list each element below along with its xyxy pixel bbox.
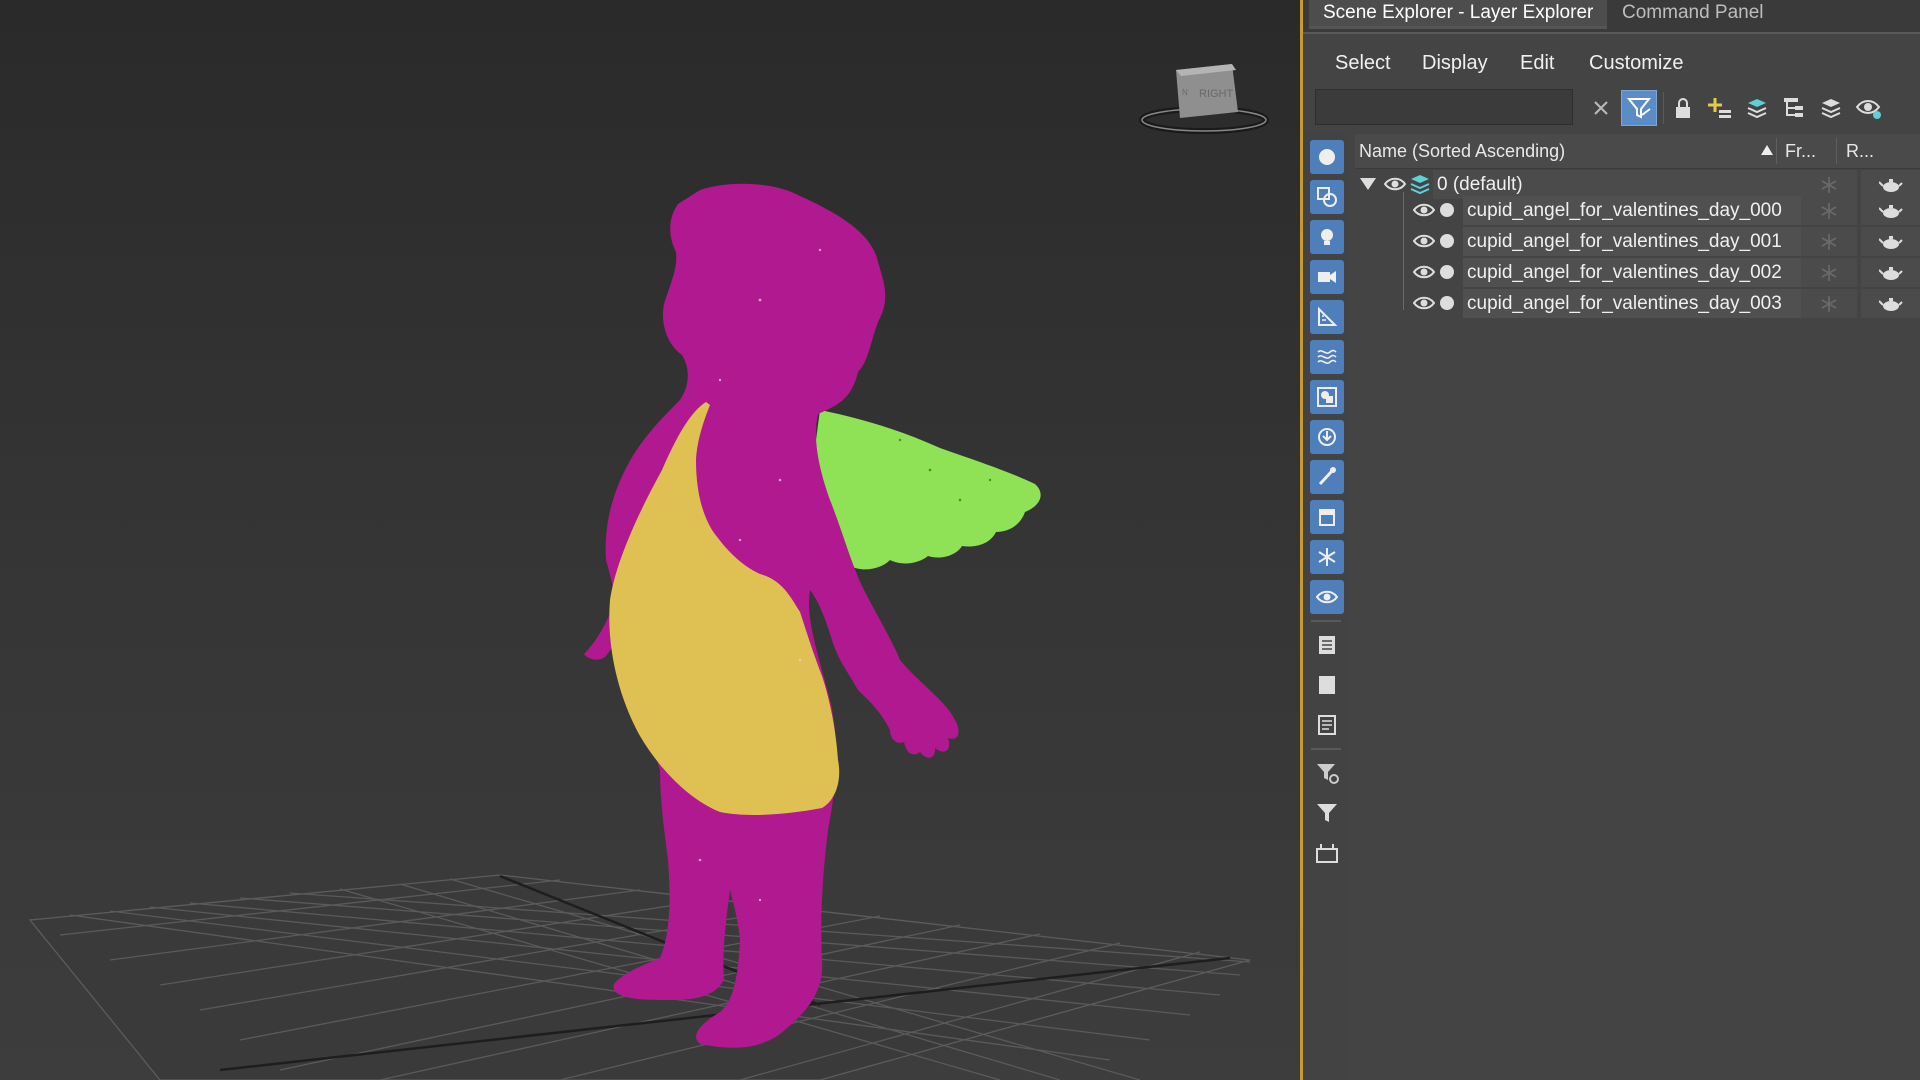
snowflake-icon	[1821, 202, 1837, 219]
spacewarps-icon[interactable]	[1310, 340, 1344, 374]
eye-icon[interactable]	[1384, 176, 1406, 192]
object-name[interactable]: cupid_angel_for_valentines_day_003	[1463, 289, 1801, 318]
hierarchy-icon[interactable]	[1776, 90, 1812, 126]
menu-edit[interactable]: Edit	[1520, 52, 1554, 75]
freeze-toggle[interactable]	[1801, 227, 1857, 256]
category-filter-strip	[1303, 134, 1347, 1080]
eye-icon[interactable]	[1413, 264, 1435, 280]
bones-icon[interactable]	[1310, 460, 1344, 494]
lock-icon[interactable]	[1665, 90, 1701, 126]
viewcube-side-label: N	[1182, 88, 1188, 97]
clear-icon[interactable]	[1583, 90, 1619, 126]
snowflake-icon	[1821, 264, 1837, 281]
column-divider	[1836, 138, 1837, 164]
teapot-icon	[1878, 204, 1903, 218]
container-icon[interactable]	[1310, 836, 1344, 870]
teapot-icon	[1878, 266, 1903, 280]
object-name[interactable]: cupid_angel_for_valentines_day_001	[1463, 227, 1801, 256]
snowflake-icon	[1821, 176, 1837, 193]
eye-icon[interactable]	[1413, 295, 1435, 311]
invert-icon[interactable]	[1310, 708, 1344, 742]
toolbar-separator	[1663, 92, 1664, 124]
filter-options-icon[interactable]	[1310, 756, 1344, 790]
render-toggle[interactable]	[1861, 227, 1920, 256]
filter-icon[interactable]	[1621, 90, 1657, 126]
select-none-icon[interactable]	[1310, 668, 1344, 702]
tab-divider	[1303, 32, 1920, 34]
strip-separator	[1311, 748, 1341, 750]
strip-separator	[1311, 620, 1341, 622]
viewcube[interactable]: RIGHT N	[1139, 64, 1269, 134]
object-row[interactable]: cupid_angel_for_valentines_day_000	[1355, 196, 1920, 226]
object-name[interactable]: cupid_angel_for_valentines_day_000	[1463, 196, 1801, 225]
scene-explorer-panel: Scene Explorer - Layer Explorer Command …	[1303, 0, 1920, 1080]
hidden-icon[interactable]	[1310, 580, 1344, 614]
groups-icon[interactable]	[1310, 380, 1344, 414]
object-row[interactable]: cupid_angel_for_valentines_day_001	[1355, 227, 1920, 257]
freeze-toggle[interactable]	[1801, 258, 1857, 287]
containers-icon[interactable]	[1310, 500, 1344, 534]
render-toggle[interactable]	[1861, 289, 1920, 318]
column-render-header[interactable]: R...	[1846, 134, 1874, 168]
menu-display[interactable]: Display	[1422, 52, 1488, 75]
layers-icon[interactable]	[1739, 90, 1775, 126]
snowflake-icon	[1821, 233, 1837, 250]
freeze-toggle[interactable]	[1801, 170, 1857, 199]
tree-header: Name (Sorted Ascending) Fr... R...	[1355, 134, 1920, 169]
eye-icon[interactable]	[1413, 233, 1435, 249]
perspective-viewport[interactable]: RIGHT N	[0, 0, 1300, 1080]
freeze-toggle[interactable]	[1801, 196, 1857, 225]
select-all-icon[interactable]	[1310, 628, 1344, 662]
object-name[interactable]: cupid_angel_for_valentines_day_002	[1463, 258, 1801, 287]
snowflake-icon	[1821, 295, 1837, 312]
explorer-toolbar	[1303, 86, 1920, 130]
object-icon	[1439, 202, 1455, 218]
layer-tree: Name (Sorted Ascending) Fr... R... 0 (de…	[1355, 134, 1920, 1080]
teapot-icon	[1878, 297, 1903, 311]
tab-command-panel[interactable]: Command Panel	[1608, 0, 1778, 26]
column-name-header[interactable]: Name (Sorted Ascending)	[1359, 134, 1565, 168]
visibility-settings-icon[interactable]	[1851, 90, 1887, 126]
stack-icon[interactable]	[1813, 90, 1849, 126]
eye-icon[interactable]	[1413, 202, 1435, 218]
render-toggle[interactable]	[1861, 196, 1920, 225]
teapot-icon	[1878, 178, 1903, 192]
layer-name[interactable]: 0 (default)	[1433, 170, 1801, 199]
xrefs-icon[interactable]	[1310, 420, 1344, 454]
menu-customize[interactable]: Customize	[1589, 52, 1683, 75]
frozen-icon[interactable]	[1310, 540, 1344, 574]
sort-ascending-icon	[1760, 143, 1774, 157]
expand-triangle-icon[interactable]	[1359, 177, 1377, 191]
add-layer-icon[interactable]	[1702, 90, 1738, 126]
geometry-icon[interactable]	[1310, 140, 1344, 174]
freeze-toggle[interactable]	[1801, 289, 1857, 318]
object-row[interactable]: cupid_angel_for_valentines_day_002	[1355, 258, 1920, 288]
tree-connector	[1403, 192, 1404, 310]
menu-select[interactable]: Select	[1335, 52, 1391, 75]
search-input[interactable]	[1315, 89, 1573, 125]
render-toggle[interactable]	[1861, 258, 1920, 287]
teapot-icon	[1878, 235, 1903, 249]
object-row[interactable]: cupid_angel_for_valentines_day_003	[1355, 289, 1920, 319]
tab-scene-explorer[interactable]: Scene Explorer - Layer Explorer	[1309, 0, 1608, 29]
object-icon	[1439, 295, 1455, 311]
viewcube-label: RIGHT	[1199, 88, 1234, 100]
helpers-icon[interactable]	[1310, 300, 1344, 334]
object-icon	[1439, 233, 1455, 249]
shapes-icon[interactable]	[1310, 180, 1344, 214]
filter-icon[interactable]	[1310, 796, 1344, 830]
panel-tabbar: Scene Explorer - Layer Explorer Command …	[1303, 0, 1920, 34]
render-toggle[interactable]	[1861, 170, 1920, 199]
column-divider	[1776, 138, 1777, 164]
layer-stack-icon	[1409, 173, 1431, 197]
lights-icon[interactable]	[1310, 220, 1344, 254]
column-frozen-header[interactable]: Fr...	[1785, 134, 1816, 168]
cameras-icon[interactable]	[1310, 260, 1344, 294]
object-icon	[1439, 264, 1455, 280]
